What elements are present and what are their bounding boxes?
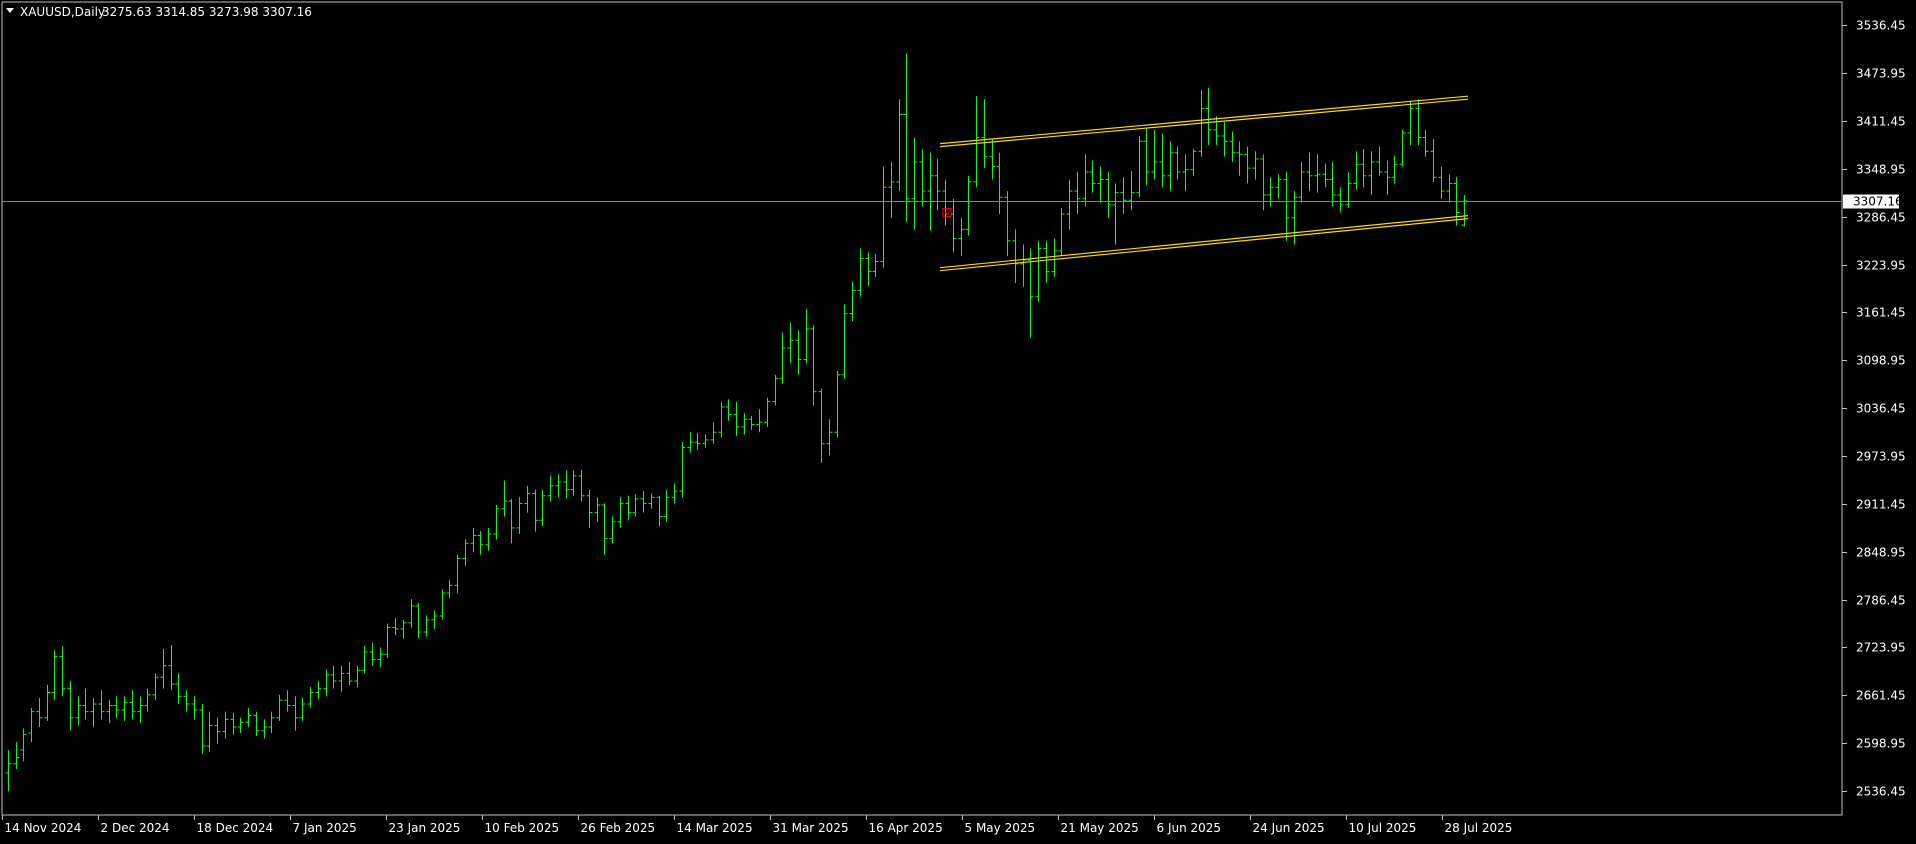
chart-window[interactable]: 3536.45 3473.95 3411.45 3348.95 3286.45 3223.… (0, 0, 1916, 840)
y-tick-label: 3286.45 (1856, 211, 1906, 225)
x-tick-label: 23 Jan 2025 (389, 821, 461, 835)
x-tick-label: 2 Dec 2024 (101, 821, 170, 835)
y-tick-label: 3098.95 (1856, 354, 1906, 368)
y-tick-label: 2598.95 (1856, 737, 1906, 751)
x-tick-label: 26 Feb 2025 (581, 821, 656, 835)
chart-background (0, 0, 1916, 840)
x-tick-label: 21 May 2025 (1061, 821, 1139, 835)
y-tick-label: 3536.45 (1856, 19, 1906, 33)
y-tick-label: 2848.95 (1856, 546, 1906, 560)
x-tick-label: 6 Jun 2025 (1157, 821, 1222, 835)
y-tick-label: 2536.45 (1856, 785, 1906, 799)
y-tick-label: 3411.45 (1856, 115, 1906, 129)
current-price-tag: 3307.16 (1843, 194, 1903, 209)
x-tick-label: 28 Jul 2025 (1445, 821, 1513, 835)
x-tick-label: 7 Jan 2025 (293, 821, 357, 835)
y-tick-label: 3223.95 (1856, 259, 1906, 273)
y-tick-label: 3036.45 (1856, 402, 1906, 416)
x-tick-label: 14 Mar 2025 (677, 821, 753, 835)
x-tick-label: 10 Jul 2025 (1349, 821, 1417, 835)
x-tick-label: 24 Jun 2025 (1253, 821, 1325, 835)
y-tick-label: 2786.45 (1856, 594, 1906, 608)
x-tick-label: 18 Dec 2024 (197, 821, 274, 835)
y-tick-label: 3473.95 (1856, 67, 1906, 81)
x-tick-label: 16 Apr 2025 (869, 821, 943, 835)
x-tick-label: 14 Nov 2024 (5, 821, 82, 835)
ohlc-label: 3275.63 3314.85 3273.98 3307.16 (102, 5, 312, 19)
y-tick-label: 2723.95 (1856, 641, 1906, 655)
chart-header: XAUUSD,Daily 3275.63 3314.85 3273.98 330… (6, 5, 312, 19)
y-tick-label: 3348.95 (1856, 163, 1906, 177)
x-tick-label: 5 May 2025 (965, 821, 1036, 835)
price-chart[interactable]: 3536.45 3473.95 3411.45 3348.95 3286.45 3223.… (0, 0, 1916, 840)
y-tick-label: 2973.95 (1856, 450, 1906, 464)
y-tick-label: 2911.45 (1856, 498, 1906, 512)
y-tick-label: 3161.45 (1856, 306, 1906, 320)
x-tick-label: 10 Feb 2025 (485, 821, 560, 835)
y-tick-label: 2661.45 (1856, 689, 1906, 703)
price-tag-label: 3307.16 (1853, 195, 1903, 209)
x-tick-label: 31 Mar 2025 (773, 821, 849, 835)
symbol-label: XAUUSD,Daily (20, 5, 105, 19)
